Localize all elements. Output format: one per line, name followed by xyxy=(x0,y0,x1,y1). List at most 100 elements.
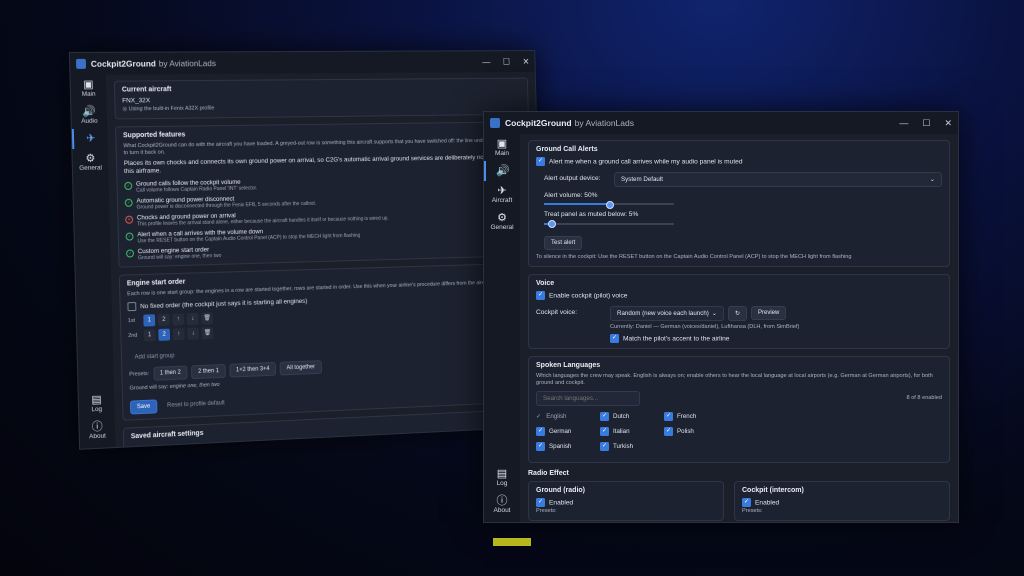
treat-slider[interactable] xyxy=(544,223,674,225)
cockpit-voice-select[interactable]: Random (new voice each launch) ⌄ xyxy=(610,306,724,321)
trash-icon[interactable]: 🗑 xyxy=(202,327,214,339)
preset-button[interactable]: All together xyxy=(280,360,322,375)
check-icon: ✓ xyxy=(126,249,134,257)
device-label: Alert output device: xyxy=(536,175,614,184)
app-logo-icon xyxy=(490,118,500,128)
move-down-icon[interactable]: ↓ xyxy=(187,328,199,340)
chevron-down-icon: ⌄ xyxy=(930,176,935,183)
language-search-input[interactable] xyxy=(536,391,640,406)
silence-note: To silence in the cockpit: Use the RESET… xyxy=(536,254,942,261)
preset-button[interactable]: 1+2 then 3+4 xyxy=(229,362,276,378)
checkbox[interactable] xyxy=(127,302,136,311)
app-title: Cockpit2Ground xyxy=(91,59,156,69)
minimize-icon[interactable]: — xyxy=(899,118,908,129)
nav-general[interactable]: ⚙ General xyxy=(72,148,108,176)
device-select[interactable]: System Default ⌄ xyxy=(614,172,942,187)
card-title: Current aircraft xyxy=(122,83,521,93)
card-title: Voice xyxy=(536,280,942,287)
nav-aircraft[interactable]: ✈ xyxy=(72,129,108,149)
engine-1-toggle[interactable]: 1 xyxy=(144,329,156,341)
current-voice: Currently: Daniel — German (voices/danie… xyxy=(610,324,942,331)
language-option[interactable]: ✓ Polish xyxy=(664,427,728,436)
checkbox-label: Alert me when a ground call arrives whil… xyxy=(549,158,743,165)
volume-slider[interactable] xyxy=(544,203,674,205)
preset-button[interactable]: 1 then 2 xyxy=(153,366,188,381)
checkbox[interactable]: ✓ xyxy=(536,157,545,166)
move-up-icon[interactable]: ↑ xyxy=(173,328,185,340)
engine-start-order-card: Engine start order Each row is one start… xyxy=(119,262,536,421)
language-option[interactable]: ✓ Spanish xyxy=(536,442,600,451)
checkbox[interactable]: ✓ xyxy=(664,427,673,436)
checkbox[interactable]: ✓ xyxy=(600,427,609,436)
card-title: Saved aircraft settings xyxy=(131,415,529,441)
language-option[interactable]: ✓ Turkish xyxy=(600,442,664,451)
trash-icon[interactable]: 🗑 xyxy=(201,313,213,325)
main-icon: ▣ xyxy=(497,138,507,150)
plane-icon: ✈ xyxy=(497,185,506,197)
engine-2-toggle[interactable]: 2 xyxy=(158,314,170,326)
nav-general[interactable]: ⚙ General xyxy=(484,208,520,235)
test-alert-button[interactable]: Test alert xyxy=(544,236,582,250)
nav-audio[interactable]: 🔊 xyxy=(484,161,520,181)
checkbox[interactable]: ✓ xyxy=(600,412,609,421)
alert-muted-checkbox[interactable]: ✓ Alert me when a ground call arrives whi… xyxy=(536,157,942,167)
match-accent-checkbox[interactable]: ✓ Match the pilot's accent to the airline xyxy=(610,334,942,344)
checkbox[interactable]: ✓ xyxy=(536,291,545,300)
nav-main[interactable]: ▣ Main xyxy=(70,75,106,102)
check-icon: ✓ xyxy=(126,232,134,240)
ground-enabled-checkbox[interactable]: ✓ Enabled xyxy=(536,498,716,508)
slider-handle[interactable] xyxy=(606,201,614,209)
minimize-icon[interactable]: — xyxy=(482,56,490,67)
maximize-icon[interactable]: ☐ xyxy=(503,56,510,67)
nav-label: Log xyxy=(91,406,102,413)
language-option[interactable]: ✓ Italian xyxy=(600,427,664,436)
checkbox[interactable]: ✓ xyxy=(610,334,619,343)
checkbox[interactable]: ✓ xyxy=(536,442,545,451)
checkbox[interactable]: ✓ xyxy=(600,442,609,451)
preset-button[interactable]: 2 then 1 xyxy=(191,364,226,379)
nav-label: Main xyxy=(495,150,509,157)
move-up-icon[interactable]: ↑ xyxy=(172,314,184,326)
nav-audio[interactable]: 🔊 Audio xyxy=(71,102,107,129)
save-button[interactable]: Save xyxy=(130,400,157,415)
close-icon[interactable]: ✕ xyxy=(944,118,952,129)
engine-2-toggle[interactable]: 2 xyxy=(158,329,170,341)
nav-about[interactable]: ⓘ About xyxy=(484,491,520,518)
reset-button[interactable]: Reset to profile default xyxy=(161,397,230,412)
nav-label: About xyxy=(494,507,511,514)
presets-label: Presets: xyxy=(129,371,149,379)
nav-main[interactable]: ▣ Main xyxy=(484,134,520,161)
nav-about[interactable]: ⓘ About xyxy=(79,416,115,445)
checkbox-label: No fixed order (the cockpit just says it… xyxy=(140,297,307,309)
engine-1-toggle[interactable]: 1 xyxy=(143,315,155,327)
checkbox[interactable]: ✓ xyxy=(536,427,545,436)
language-label: German xyxy=(549,428,571,435)
refresh-icon[interactable]: ↻ xyxy=(728,306,747,321)
nav-log[interactable]: ▤ Log xyxy=(79,389,115,417)
nav-log[interactable]: ▤ Log xyxy=(484,464,520,491)
checkbox-label: Match the pilot's accent to the airline xyxy=(623,335,729,342)
language-label: English xyxy=(546,413,566,420)
nav-aircraft[interactable]: ✈ Aircraft xyxy=(484,181,520,208)
close-icon[interactable]: ✕ xyxy=(522,56,529,66)
language-option[interactable]: ✓ French xyxy=(664,412,728,421)
language-option[interactable]: ✓ German xyxy=(536,427,600,436)
language-label: Polish xyxy=(677,428,694,435)
preview-button[interactable]: Preview xyxy=(751,306,786,320)
settings-window-audio: Cockpit2Ground by AviationLads — ☐ ✕ ▣ Ma… xyxy=(483,111,959,523)
check-icon: ✓ xyxy=(125,198,133,206)
checkbox[interactable]: ✓ xyxy=(742,498,751,507)
maximize-icon[interactable]: ☐ xyxy=(922,118,930,129)
slider-fill xyxy=(544,203,609,205)
move-down-icon[interactable]: ↓ xyxy=(187,313,199,325)
add-start-group-button[interactable]: Add start group xyxy=(129,350,181,364)
language-option[interactable]: ✓ Dutch xyxy=(600,412,664,421)
checkbox[interactable]: ✓ xyxy=(536,498,545,507)
cross-icon: ✕ xyxy=(125,215,133,223)
card-title: Ground Call Alerts xyxy=(536,146,942,153)
checkbox[interactable]: ✓ xyxy=(664,412,673,421)
enable-voice-checkbox[interactable]: ✓ Enable cockpit (pilot) voice xyxy=(536,291,942,301)
cockpit-enabled-checkbox[interactable]: ✓ Enabled xyxy=(742,498,942,508)
nav-label: Audio xyxy=(81,118,98,125)
slider-handle[interactable] xyxy=(548,220,556,228)
